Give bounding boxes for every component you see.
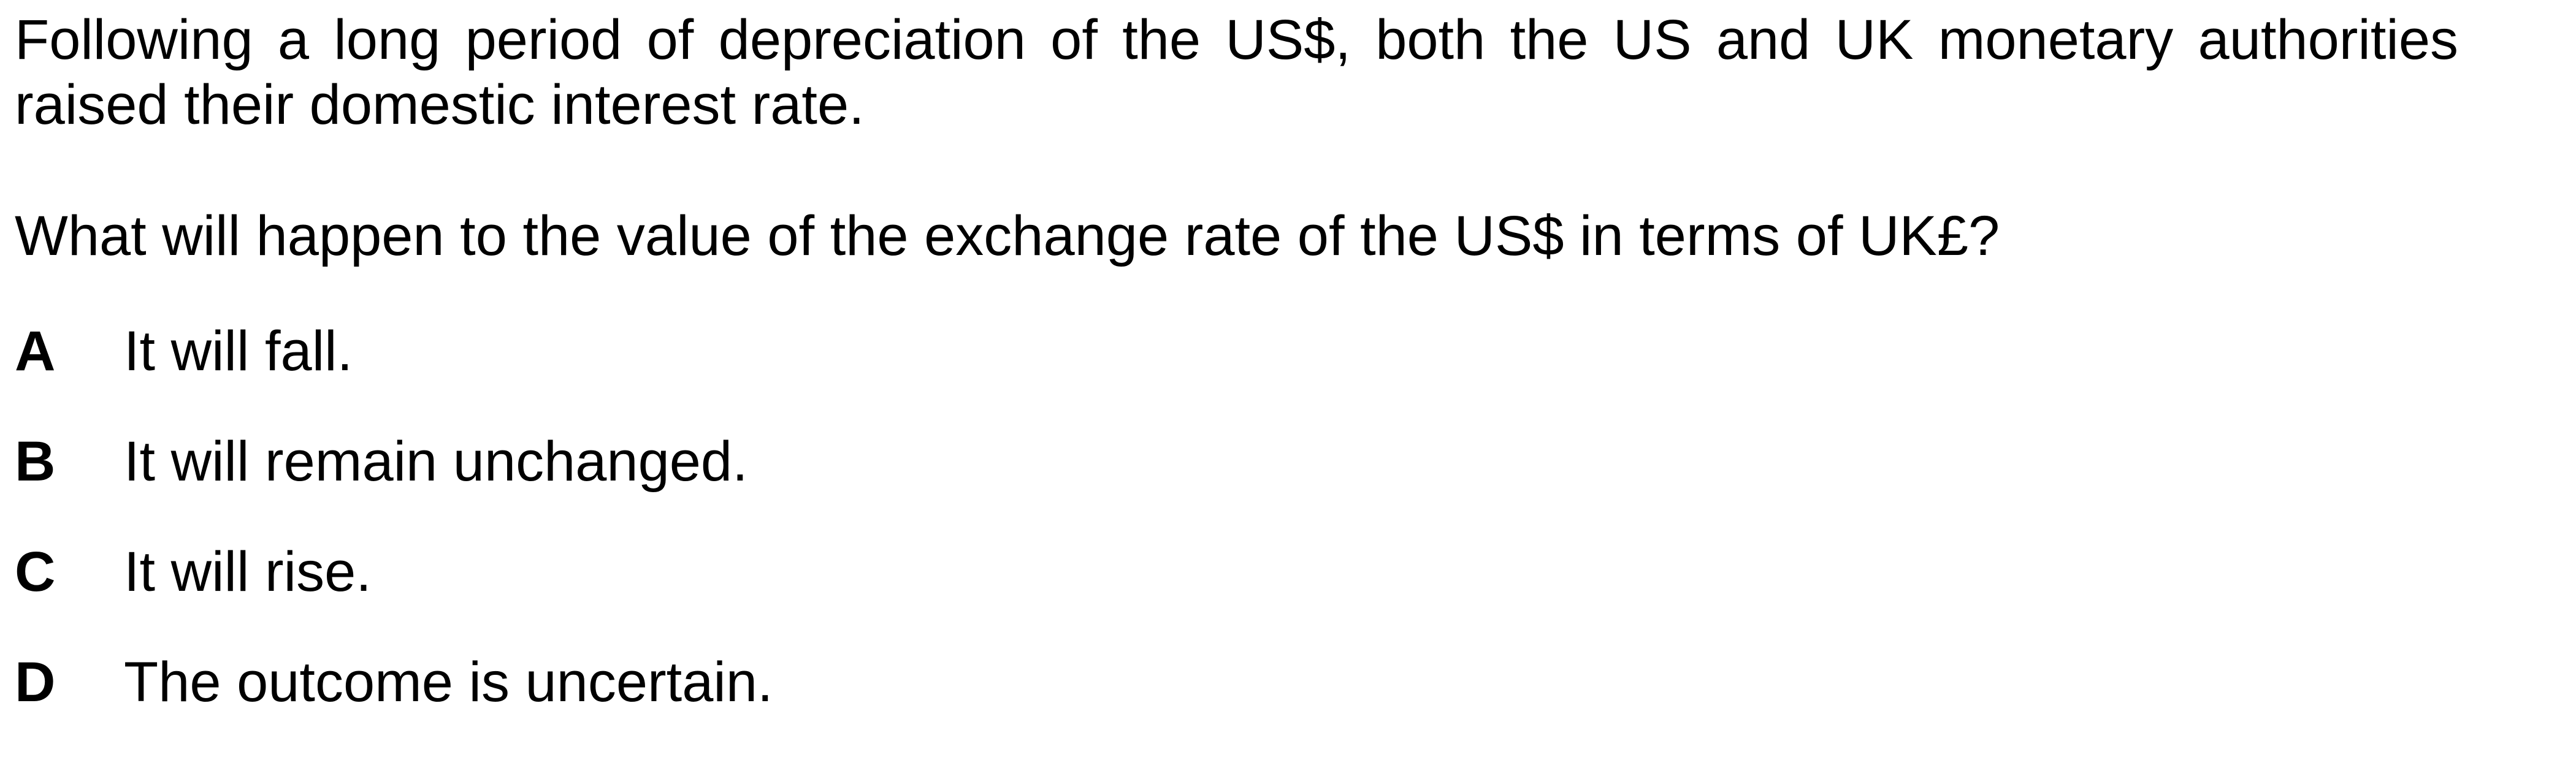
option-letter: C bbox=[15, 541, 56, 603]
option-text: It will fall. bbox=[124, 320, 353, 382]
question-page: Following a long period of depreciation … bbox=[0, 0, 2576, 719]
option-text: It will remain unchanged. bbox=[124, 430, 748, 493]
option-letter: D bbox=[15, 651, 56, 713]
question-prompt: What will happen to the value of the exc… bbox=[15, 205, 2000, 267]
option-text: It will rise. bbox=[124, 541, 372, 603]
question-stem: Following a long period of depreciation … bbox=[15, 9, 2458, 136]
option-letter: A bbox=[15, 320, 56, 382]
option-letter: B bbox=[15, 430, 56, 493]
option-text: The outcome is uncertain. bbox=[124, 651, 773, 713]
